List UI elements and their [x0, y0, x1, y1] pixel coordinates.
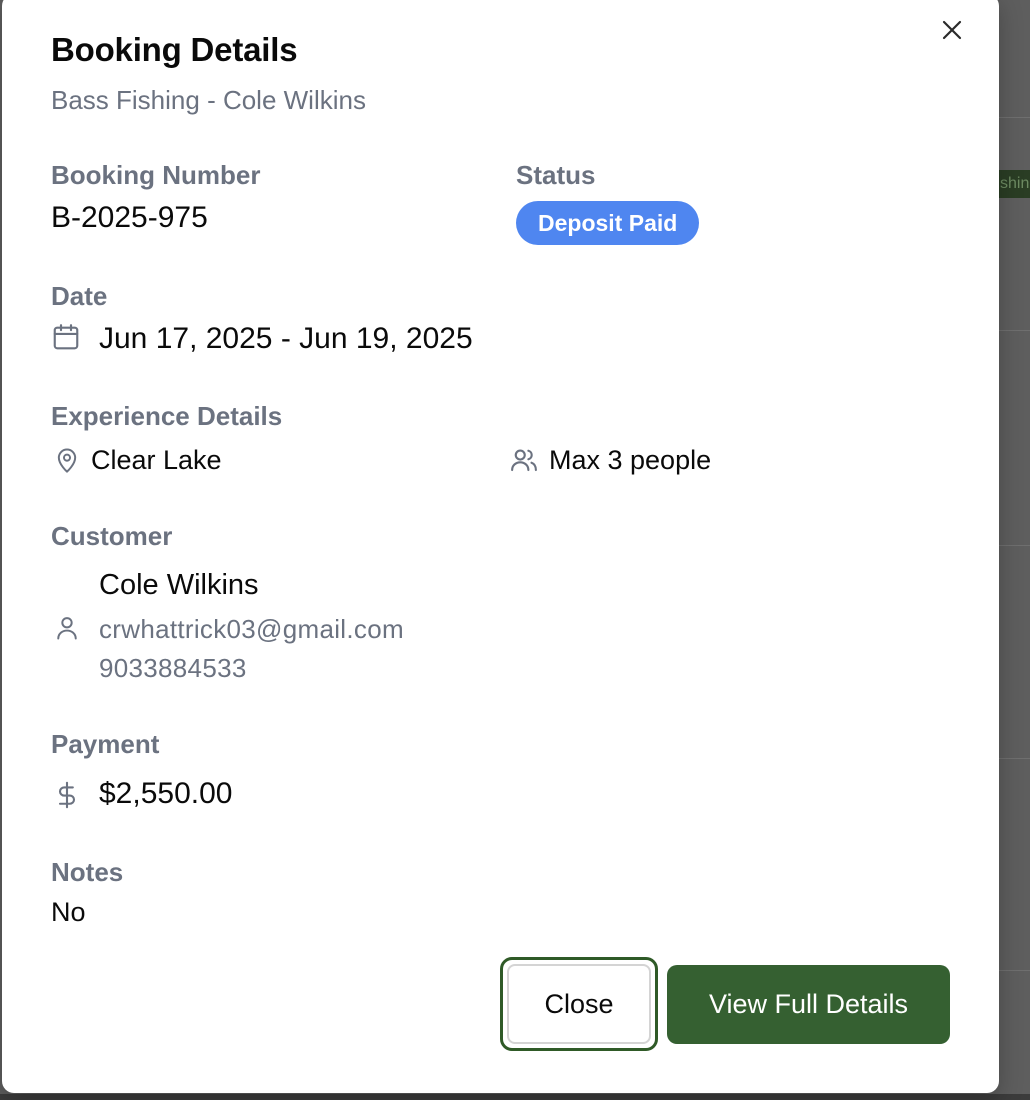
close-button[interactable]: Close — [500, 957, 658, 1051]
view-full-details-button[interactable]: View Full Details — [667, 965, 950, 1044]
dollar-icon — [52, 779, 82, 811]
date-label: Date — [51, 281, 108, 311]
customer-phone: 9033884533 — [99, 653, 247, 683]
notes-value: No — [51, 897, 86, 927]
customer-email: crwhattrick03@gmail.com — [99, 614, 404, 644]
status-badge: Deposit Paid — [516, 201, 700, 245]
background-divider — [998, 330, 1030, 331]
capacity-value: Max 3 people — [549, 445, 712, 475]
experience-details-label: Experience Details — [51, 401, 283, 431]
background-divider — [998, 545, 1030, 546]
dialog-subtitle: Bass Fishing - Cole Wilkins — [51, 85, 366, 115]
calendar-icon — [50, 321, 82, 353]
background-badge: shin — [998, 170, 1030, 198]
background-divider — [998, 117, 1030, 118]
customer-name: Cole Wilkins — [99, 569, 259, 601]
status-label: Status — [516, 160, 596, 190]
date-value: Jun 17, 2025 - Jun 19, 2025 — [99, 322, 473, 355]
close-button-label: Close — [507, 964, 651, 1044]
customer-label: Customer — [51, 521, 173, 551]
user-icon — [52, 612, 82, 644]
payment-amount: $2,550.00 — [99, 777, 233, 810]
background-divider — [998, 970, 1030, 971]
close-icon[interactable] — [936, 14, 968, 46]
booking-details-dialog: Booking Details Bass Fishing - Cole Wilk… — [2, 0, 999, 1093]
background-bottom-strip — [0, 1094, 1030, 1100]
payment-label: Payment — [51, 729, 160, 759]
booking-number-value: B-2025-975 — [51, 201, 208, 234]
map-pin-icon — [52, 444, 82, 476]
booking-number-label: Booking Number — [51, 160, 261, 190]
users-icon — [508, 444, 540, 476]
background-divider — [998, 758, 1030, 759]
notes-label: Notes — [51, 857, 124, 887]
dialog-title: Booking Details — [51, 31, 298, 68]
location-value: Clear Lake — [91, 445, 222, 475]
